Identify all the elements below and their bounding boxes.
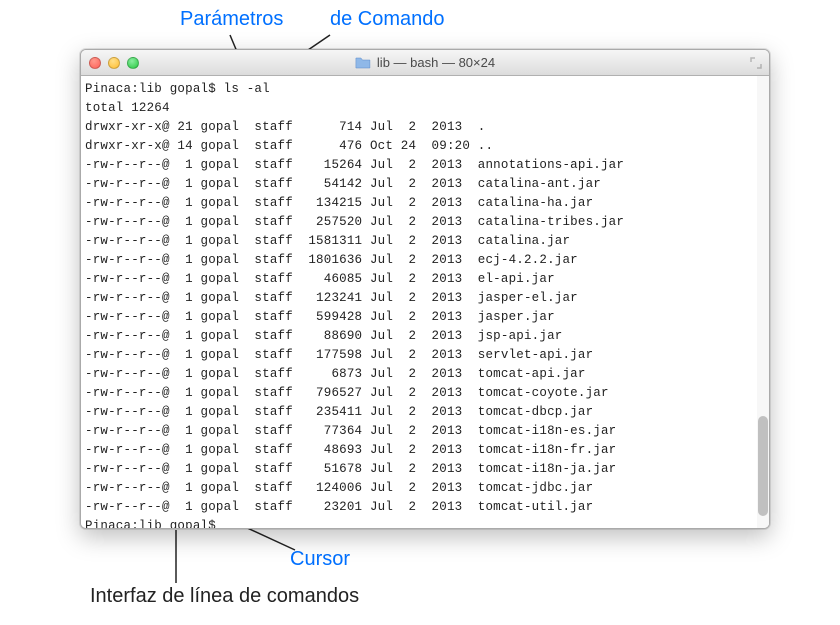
scrollbar-track[interactable] xyxy=(757,76,769,528)
prompt-line: Pinaca:lib gopal$ xyxy=(85,519,224,529)
window-title: lib — bash — 80×24 xyxy=(355,55,495,70)
window-title-text: lib — bash — 80×24 xyxy=(377,55,495,70)
annotation-parametros: Parámetros xyxy=(180,8,283,31)
scrollbar-thumb[interactable] xyxy=(758,416,768,516)
traffic-lights xyxy=(89,57,139,69)
zoom-button[interactable] xyxy=(127,57,139,69)
cursor xyxy=(224,519,232,529)
annotation-de-comando: de Comando xyxy=(330,8,445,31)
titlebar[interactable]: lib — bash — 80×24 xyxy=(81,50,769,76)
terminal-window: lib — bash — 80×24 Pinaca:lib gopal$ ls … xyxy=(80,49,770,529)
expand-icon[interactable] xyxy=(749,56,763,70)
close-button[interactable] xyxy=(89,57,101,69)
terminal-body[interactable]: Pinaca:lib gopal$ ls -al total 12264 drw… xyxy=(81,76,769,529)
folder-icon xyxy=(355,57,371,69)
minimize-button[interactable] xyxy=(108,57,120,69)
annotation-cursor: Cursor xyxy=(290,548,350,571)
annotation-interfaz: Interfaz de línea de comandos xyxy=(90,585,359,608)
